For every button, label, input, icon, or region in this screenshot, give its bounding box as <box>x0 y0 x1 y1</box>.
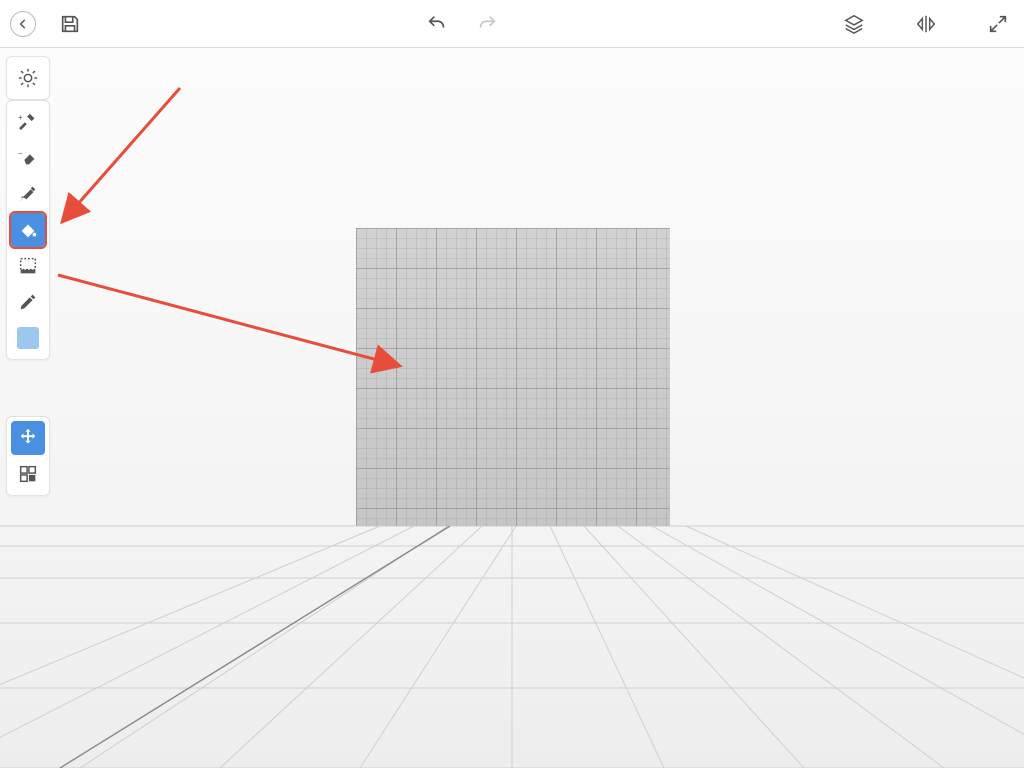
erase-tool[interactable]: − <box>11 141 45 175</box>
color-swatch-icon <box>17 327 39 349</box>
svg-text:+: + <box>18 113 23 122</box>
grid-icon <box>17 463 39 485</box>
left-toolbar-lighting <box>6 56 50 100</box>
save-button[interactable] <box>54 8 86 40</box>
viewport-3d[interactable] <box>0 48 1024 768</box>
chevron-left-icon <box>16 17 30 31</box>
bucket-icon <box>17 219 39 241</box>
undo-icon <box>426 13 448 35</box>
svg-text:−: − <box>18 149 23 158</box>
redo-icon <box>476 13 498 35</box>
back-button[interactable] <box>10 11 36 37</box>
palette-tool[interactable] <box>11 457 45 491</box>
brush-tool[interactable] <box>11 177 45 211</box>
layers-button[interactable] <box>838 8 870 40</box>
mirror-button[interactable] <box>910 8 942 40</box>
voxel-grid-block[interactable] <box>356 228 670 526</box>
lighting-tool[interactable] <box>11 61 45 95</box>
layers-icon <box>843 13 865 35</box>
attach-tool[interactable]: + <box>11 105 45 139</box>
left-toolbar-transform <box>6 416 50 496</box>
save-icon <box>59 13 81 35</box>
expand-icon <box>987 13 1009 35</box>
eraser-icon: − <box>17 147 39 169</box>
selection-icon <box>17 255 39 277</box>
top-toolbar <box>0 0 1024 48</box>
fill-tool[interactable] <box>11 213 45 247</box>
undo-button[interactable] <box>421 8 453 40</box>
mirror-icon <box>915 13 937 35</box>
fullscreen-button[interactable] <box>982 8 1014 40</box>
hammer-icon: + <box>17 111 39 133</box>
eyedropper-icon <box>17 291 39 313</box>
move-tool[interactable] <box>11 421 45 455</box>
sun-icon <box>17 67 39 89</box>
move-icon <box>17 427 39 449</box>
redo-button[interactable] <box>471 8 503 40</box>
select-tool[interactable] <box>11 249 45 283</box>
left-toolbar-tools: + − <box>6 100 50 360</box>
current-color[interactable] <box>11 321 45 355</box>
brush-icon <box>17 183 39 205</box>
eyedropper-tool[interactable] <box>11 285 45 319</box>
